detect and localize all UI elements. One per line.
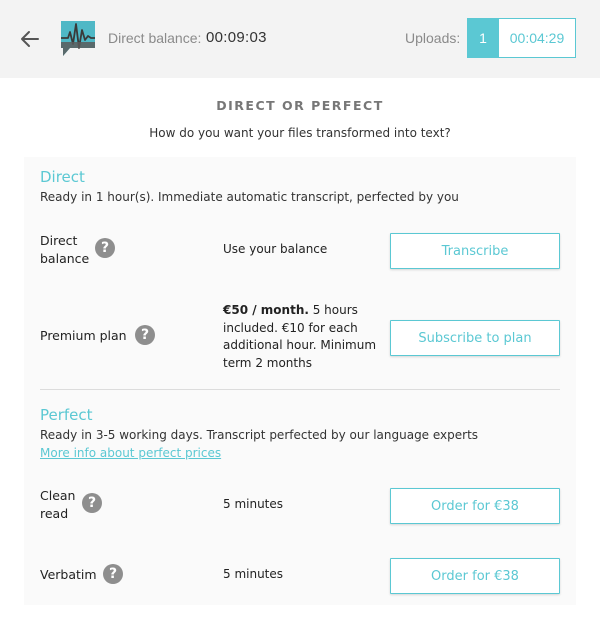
premium-plan-description: €50 / month. 5 hours included. €10 for e… [223,302,376,372]
order-clean-read-button[interactable]: Order for €38 [390,488,560,524]
help-question-icon[interactable]: ? [103,564,123,584]
uploads-label: Uploads: [405,30,461,46]
options-panel [24,157,576,605]
direct-balance-description: Use your balance [223,242,328,256]
uploads-count-badge[interactable]: 1 [467,18,499,58]
clean-read-row-label: Clean read [40,487,75,523]
plan-text: 5 hours [308,303,358,317]
top-bar: Direct balance: 00:09:03 Uploads: 1 00:0… [0,0,600,78]
page-title: DIRECT OR PERFECT [216,98,384,113]
label-line: read [40,506,69,521]
direct-section-description: Ready in 1 hour(s). Immediate automatic … [40,190,459,204]
label-line: Direct [40,233,78,248]
subscribe-to-plan-button[interactable]: Subscribe to plan [390,320,560,356]
help-question-icon[interactable]: ? [135,325,155,345]
plan-text: term 2 months [223,355,312,370]
order-verbatim-button[interactable]: Order for €38 [390,558,560,594]
section-divider [40,389,560,390]
price-text: €50 / month. [223,303,309,317]
plan-text: additional hour. Minimum [223,338,377,352]
plan-text: included. €10 for each [223,320,358,335]
perfect-prices-info-link[interactable]: More info about perfect prices [40,446,221,460]
direct-balance-value: 00:09:03 [206,29,267,46]
uploads-time[interactable]: 00:04:29 [499,18,576,58]
label-line: balance [40,251,90,266]
perfect-section-description: Ready in 3-5 working days. Transcript pe… [40,428,479,442]
app-logo [58,18,98,60]
label-line: Clean [40,488,76,503]
direct-section-title: Direct [40,168,85,186]
verbatim-row-label: Verbatim [40,567,97,582]
help-question-icon[interactable]: ? [95,238,115,258]
direct-balance-row-label: Direct balance [40,232,89,268]
perfect-section-title: Perfect [40,406,93,424]
verbatim-turnaround: 5 minutes [223,567,284,581]
page-subtitle: How do you want your files transformed i… [149,126,451,140]
back-arrow-icon[interactable] [18,27,42,51]
transcribe-button[interactable]: Transcribe [390,233,560,269]
help-question-icon[interactable]: ? [82,493,102,513]
direct-balance-label: Direct balance: [108,30,202,46]
clean-read-turnaround: 5 minutes [223,497,284,511]
premium-plan-row-label: Premium plan [40,328,127,343]
